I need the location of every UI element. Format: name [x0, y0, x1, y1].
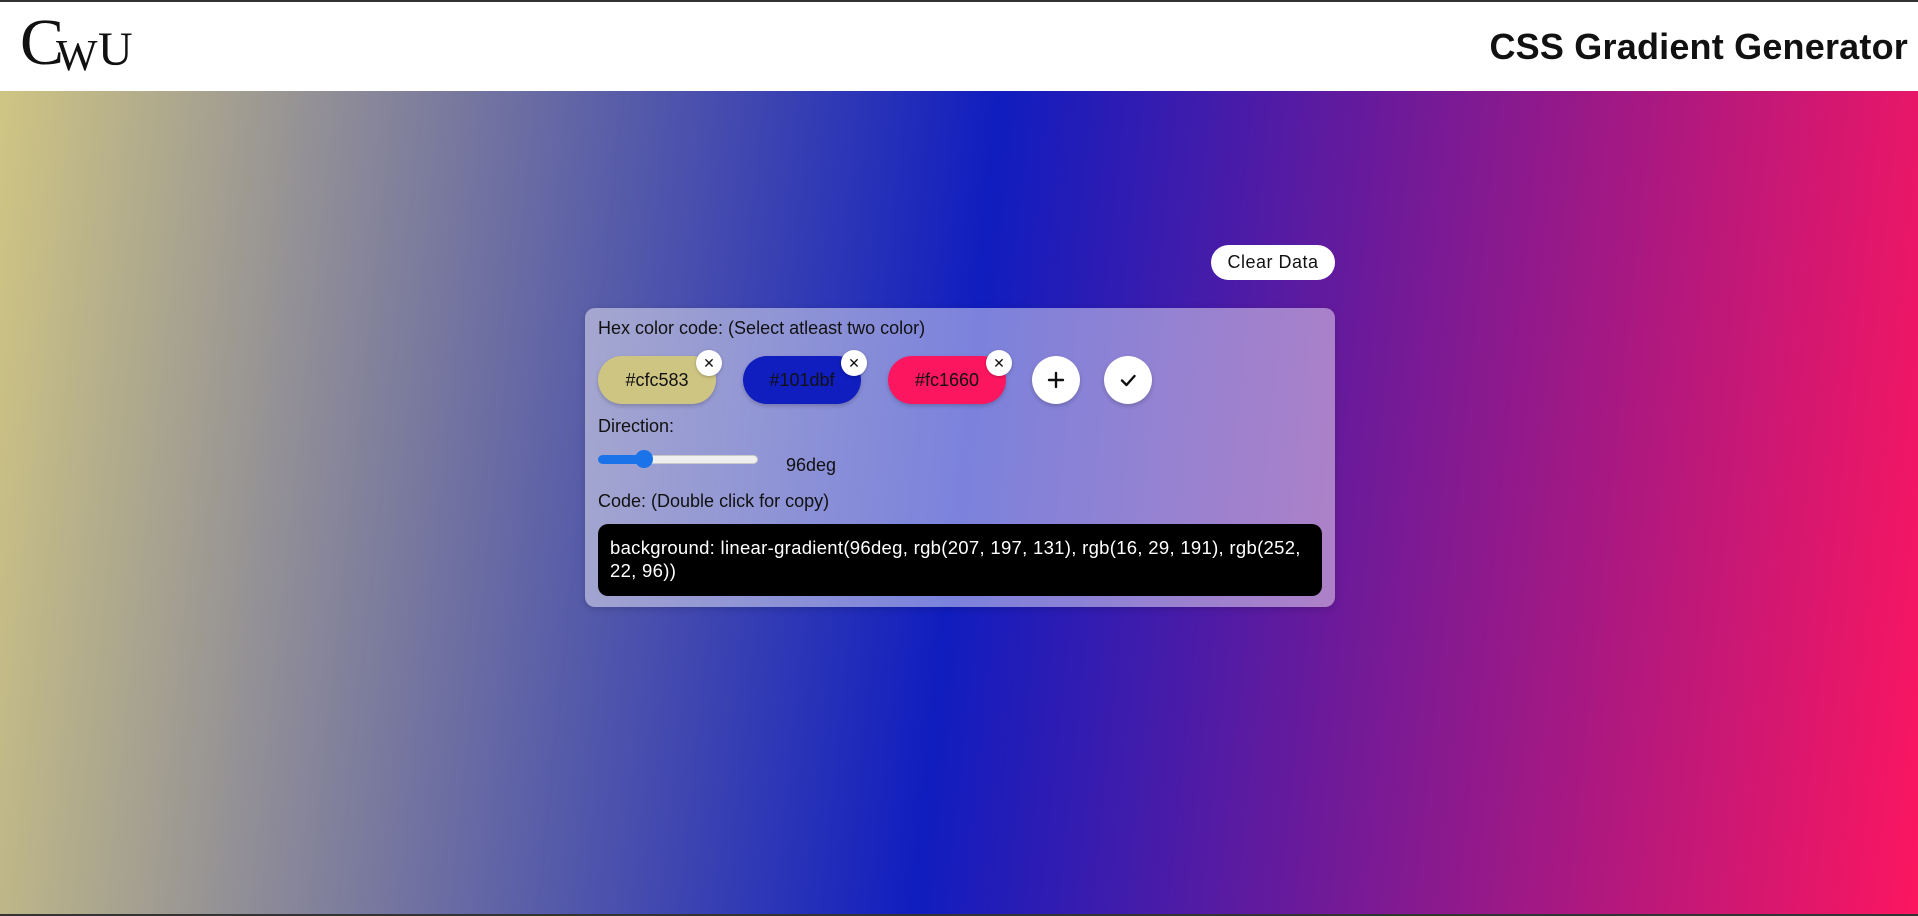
code-label: Code: (Double click for copy): [598, 491, 830, 511]
slider-thumb[interactable]: [635, 450, 653, 468]
color-chip-3[interactable]: #fc1660 ✕: [888, 350, 1012, 404]
gradient-preview: Clear Data Hex color code: (Select atlea…: [0, 91, 1918, 914]
color-chip-hex: #cfc583: [625, 369, 689, 390]
color-chip-1[interactable]: #cfc583 ✕: [598, 350, 722, 404]
apply-gradient-button[interactable]: [1104, 356, 1152, 404]
color-chip-2[interactable]: #101dbf ✕: [743, 350, 867, 404]
direction-value: 96deg: [786, 455, 837, 475]
add-color-button[interactable]: [1032, 356, 1080, 404]
remove-color-icon[interactable]: ✕: [841, 350, 867, 376]
css-code-output[interactable]: background: linear-gradient(96deg, rgb(2…: [598, 524, 1322, 596]
direction-label: Direction:: [598, 416, 675, 436]
logo-letter-u: U: [98, 22, 133, 76]
color-chip-hex: #fc1660: [914, 369, 980, 390]
hex-color-label: Hex color code: (Select atleast two colo…: [598, 318, 926, 338]
remove-color-icon[interactable]: ✕: [986, 350, 1012, 376]
remove-color-icon[interactable]: ✕: [696, 350, 722, 376]
app-header: C W U CSS Gradient Generator: [0, 2, 1918, 91]
app-title: CSS Gradient Generator: [1489, 25, 1908, 67]
gradient-controls-panel: Hex color code: (Select atleast two colo…: [585, 308, 1335, 607]
logo-letter-w: W: [56, 30, 98, 80]
check-icon: [1120, 374, 1136, 387]
cwu-logo[interactable]: C W U: [20, 9, 140, 82]
color-chip-hex: #101dbf: [769, 369, 835, 390]
direction-slider[interactable]: [598, 450, 758, 468]
plus-icon: [1047, 371, 1065, 389]
clear-data-button[interactable]: Clear Data: [1211, 245, 1335, 280]
